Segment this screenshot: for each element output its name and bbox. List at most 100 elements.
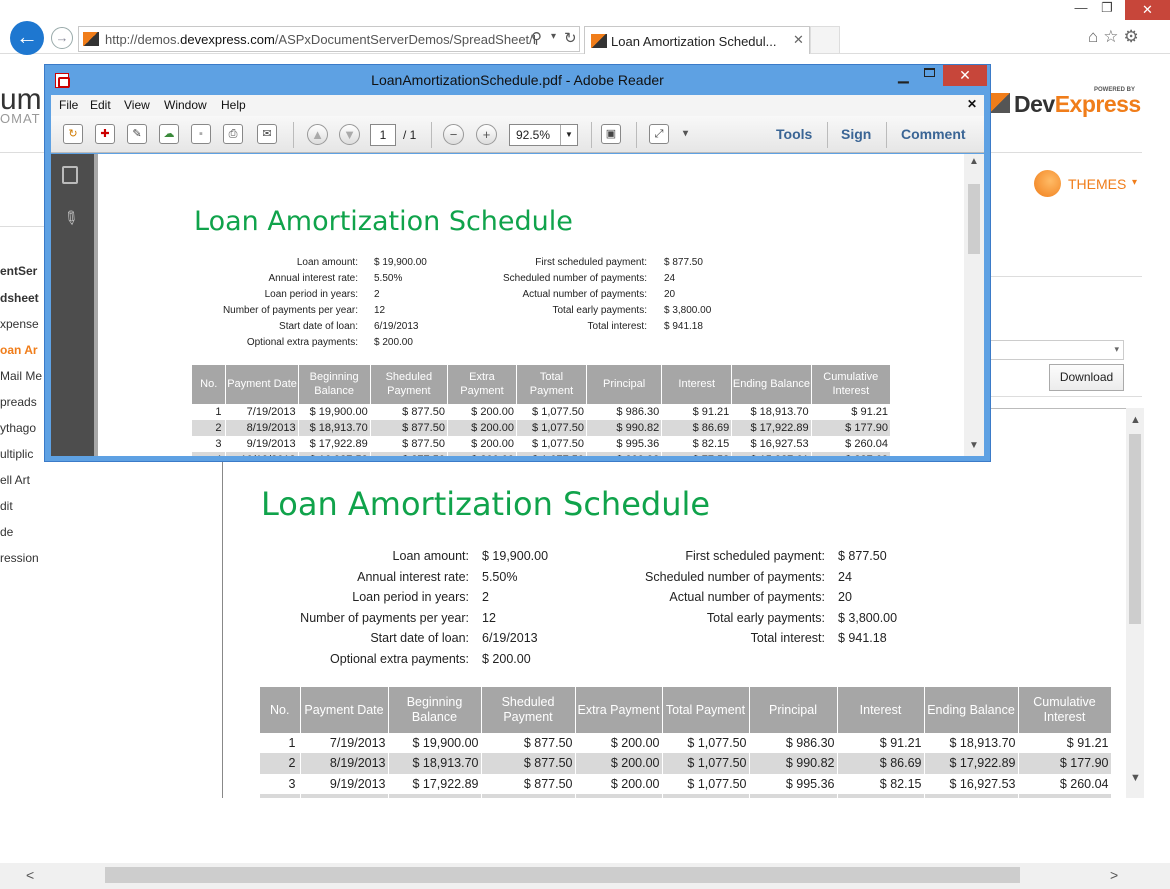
summary-value: 12 [374,305,386,316]
column-header: Cumulative Interest [1018,687,1112,733]
table-cell: $ 200.00 [447,420,517,436]
chevron-down-icon[interactable]: ▾ [551,31,556,42]
close-tab-icon[interactable]: ✕ [793,32,804,48]
menu-file[interactable]: File [59,98,78,112]
next-page-icon[interactable]: ▼ [339,124,360,145]
tools-pane-button[interactable]: Tools [776,126,812,142]
table-row: 2 8/19/2013 $ 18,913.70 $ 877.50 $ 200.00 $ 1… [260,753,1112,774]
sidebar-item[interactable]: ultiplic [0,447,33,461]
zoom-in-icon[interactable]: + [476,124,497,145]
sidebar-item[interactable]: dit [0,499,13,513]
content-divider [990,276,1142,277]
scroll-down-icon[interactable]: ▼ [1130,772,1141,784]
edit-pdf-icon[interactable]: ✎ [127,124,147,144]
sidebar-item[interactable]: ression [0,551,39,565]
adobe-reader-window: LoanAmortizationSchedule.pdf - Adobe Rea… [44,64,991,462]
settings-gear-icon[interactable]: ⚙ [1124,27,1144,46]
table-cell: $ 16,927.53 [731,436,812,452]
open-file-icon[interactable]: ↻ [63,124,83,144]
page-number-input[interactable]: 1 [370,124,396,146]
address-bar[interactable]: http://demos.devexpress.com/ASPxDocument… [78,26,580,52]
reader-title-bar[interactable]: LoanAmortizationSchedule.pdf - Adobe Rea… [45,65,990,95]
sidebar-item[interactable]: dsheet [0,291,39,305]
scroll-right-icon[interactable]: > [1110,867,1118,883]
sidebar-item[interactable]: entSer [0,264,37,278]
zoom-select[interactable]: 92.5% ▼ [509,124,578,146]
reader-vertical-scrollbar[interactable]: ▲ ▼ [964,154,984,456]
horizontal-scrollbar[interactable]: < > [0,863,1170,889]
minimize-icon[interactable]: ▁ [898,67,909,84]
sidebar-item[interactable]: Mail Me [0,369,42,383]
summary-label: Loan amount: [296,257,358,268]
table-cell: $ 18,913.70 [298,420,371,436]
column-header: Payment Date [225,365,299,404]
address-url[interactable]: http://demos.devexpress.com/ASPxDocument… [105,32,535,47]
scroll-down-icon[interactable]: ▼ [969,440,979,451]
comment-pane-button[interactable]: Comment [901,126,966,142]
scroll-thumb[interactable] [1129,434,1141,624]
demo-subtitle-fragment: OMAT [0,111,41,126]
format-select[interactable]: ▾ [988,340,1124,360]
upload-cloud-icon[interactable]: ☁ [159,124,179,144]
document-vertical-scrollbar[interactable]: ▲ ▼ [1126,408,1144,798]
email-icon[interactable]: ✉ [257,124,277,144]
back-button[interactable]: ← [10,21,44,55]
menu-window[interactable]: Window [164,98,207,112]
sidebar-item[interactable]: ell Art [0,473,30,487]
close-document-icon[interactable]: ✕ [967,97,977,111]
download-button[interactable]: Download [1049,364,1124,391]
table-cell: $ 877.50 [481,753,576,774]
table-cell: 1 [260,733,301,754]
print-icon[interactable]: ⎙ [223,124,243,144]
scroll-up-icon[interactable]: ▲ [1130,414,1141,426]
menu-edit[interactable]: Edit [90,98,111,112]
reader-close-button[interactable]: ✕ [943,65,987,86]
table-cell: $ 1,077.50 [516,452,588,456]
browser-tab[interactable]: Loan Amortization Schedul... ✕ [584,26,810,54]
customize-toolbar-icon[interactable]: ▾ [683,128,688,139]
reader-toolbar: ↻ ✚ ✎ ☁ ▪ ⎙ ✉ ▲ ▼ 1 / 1 − + 92.5% ▼ ▣ ⤢ ▾… [51,116,984,153]
themes-palette-icon [1034,170,1061,197]
zoom-out-icon[interactable]: − [443,124,464,145]
page-thumbnails-icon[interactable] [62,166,78,184]
favorites-star-icon[interactable]: ☆ [1103,27,1123,46]
summary-value: $ 877.50 [664,257,703,268]
new-tab-button[interactable] [810,26,840,54]
summary-value: $ 3,800.00 [664,305,712,316]
menu-help[interactable]: Help [221,98,246,112]
browser-toolbar: ← → http://demos.devexpress.com/ASPxDocu… [0,0,1170,55]
sidebar-item[interactable]: oan Ar [0,343,38,357]
create-pdf-icon[interactable]: ✚ [95,124,115,144]
search-icon[interactable]: ⚲ [531,29,542,47]
menu-view[interactable]: View [124,98,150,112]
restore-icon[interactable]: ❐ [1096,0,1118,20]
close-window-button[interactable]: ✕ [1125,0,1170,20]
sidebar-item[interactable]: de [0,525,13,539]
minimize-icon[interactable]: — [1070,0,1092,20]
summary-label: Total early payments: [552,305,648,316]
save-icon[interactable]: ▪ [191,124,211,144]
forward-button[interactable]: → [51,27,73,49]
sidebar-item[interactable]: preads [0,395,37,409]
summary-value: 5.50% [482,569,518,584]
previous-page-icon[interactable]: ▲ [307,124,328,145]
horizontal-scroll-thumb[interactable] [105,867,1020,883]
scroll-up-icon[interactable]: ▲ [969,156,979,167]
table-cell: $ 82.15 [661,436,733,452]
summary-value: $ 941.18 [838,631,887,645]
maximize-icon[interactable] [924,68,935,77]
table-cell: $ 15,927.61 [924,793,1019,798]
full-screen-icon[interactable]: ⤢ [649,124,669,144]
table-cell: $ 877.50 [481,773,576,794]
table-cell: 1 [192,404,227,420]
sidebar-item[interactable]: xpense [0,317,39,331]
home-icon[interactable]: ⌂ [1088,27,1103,46]
table-cell: $ 86.69 [661,420,733,436]
scroll-left-icon[interactable]: < [26,867,34,883]
reader-scroll-thumb[interactable] [968,184,980,254]
fit-page-icon[interactable]: ▣ [601,124,621,144]
sign-pane-button[interactable]: Sign [841,126,871,142]
attachments-paperclip-icon[interactable]: ✎ [58,206,83,232]
sidebar-item[interactable]: ythago [0,421,36,435]
refresh-icon[interactable]: ↻ [564,29,577,47]
